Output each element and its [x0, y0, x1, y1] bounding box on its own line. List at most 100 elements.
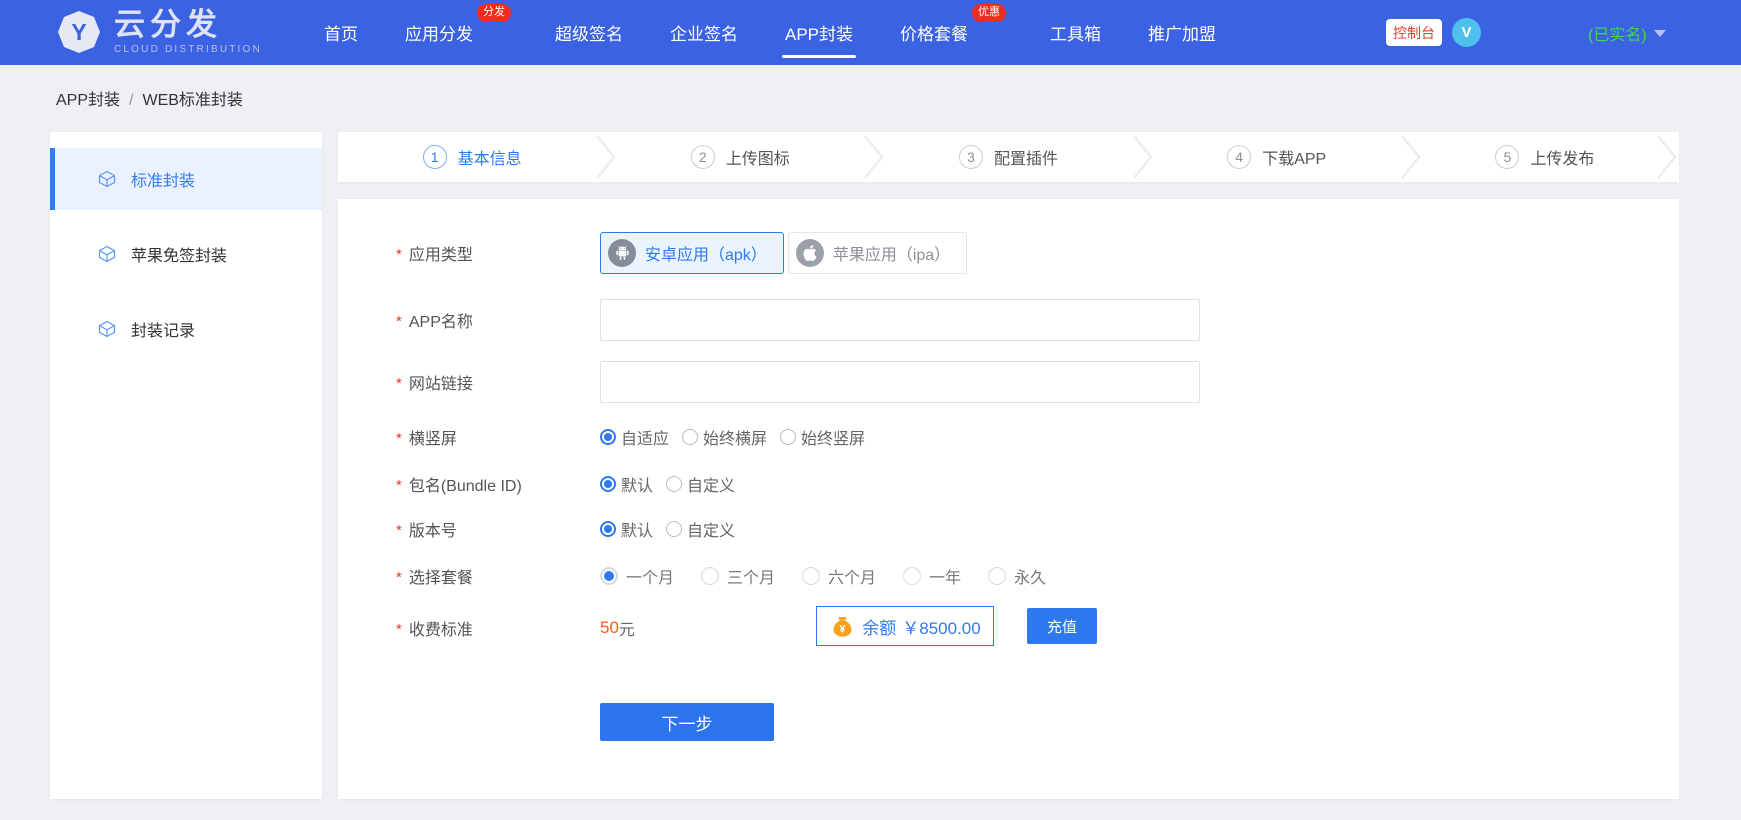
plan-radio-six-months[interactable]: 六个月: [802, 564, 876, 588]
nav-item-app-distribution[interactable]: 应用分发 分发: [405, 20, 473, 45]
required-mark: *: [396, 569, 402, 586]
nav-item-super-signature[interactable]: 超级签名: [555, 20, 623, 45]
step-label: 上传发布: [1530, 145, 1594, 169]
sidebar-item-apple-signfree-packaging[interactable]: 苹果免签封装: [50, 223, 322, 285]
nav-item-enterprise-signature[interactable]: 企业签名: [670, 20, 738, 45]
step-wizard: 1 基本信息 2 上传图标 3 配置插件 4 下载APP 5 上传发布: [338, 132, 1679, 182]
next-step-button[interactable]: 下一步: [600, 703, 774, 741]
radio-icon: [988, 567, 1006, 585]
nav-item-toolbox[interactable]: 工具箱: [1050, 20, 1101, 45]
radio-icon: [682, 429, 698, 445]
sidebar: 标准封装 苹果免签封装 封装记录: [50, 132, 322, 799]
user-avatar[interactable]: V: [1452, 18, 1481, 47]
app-type-android-button[interactable]: 安卓应用（apk）: [600, 232, 784, 274]
plan-radio-three-months[interactable]: 三个月: [701, 564, 775, 588]
required-mark: *: [396, 313, 402, 330]
radio-icon: [701, 567, 719, 585]
required-mark: *: [396, 430, 402, 447]
app-name-input[interactable]: [600, 299, 1200, 341]
balance-amount: ￥8500.00: [902, 614, 980, 639]
sidebar-item-label: 苹果免签封装: [131, 242, 227, 266]
required-mark: *: [396, 375, 402, 392]
step-label: 下载APP: [1262, 145, 1326, 169]
radio-icon: [780, 429, 796, 445]
nav-item-app-packaging[interactable]: APP封装: [785, 20, 853, 45]
brand-name: 云分发: [114, 9, 262, 40]
breadcrumb-separator: /: [129, 92, 133, 109]
nav-item-affiliate[interactable]: 推广加盟: [1148, 20, 1216, 45]
step-basic-info[interactable]: 1 基本信息: [338, 132, 606, 182]
plan-radio-one-month[interactable]: 一个月: [600, 564, 674, 588]
chevron-down-icon: [1654, 30, 1666, 37]
required-mark: *: [396, 522, 402, 539]
sidebar-item-packaging-records[interactable]: 封装记录: [50, 298, 322, 360]
chevron-right-icon: [1132, 134, 1154, 180]
chevron-right-icon: [863, 134, 885, 180]
sidebar-item-label: 标准封装: [131, 167, 195, 191]
nav-item-home[interactable]: 首页: [324, 20, 358, 45]
step-upload-publish[interactable]: 5 上传发布: [1411, 132, 1679, 182]
step-label: 上传图标: [726, 145, 790, 169]
app-type-ios-button[interactable]: 苹果应用（ipa）: [788, 232, 967, 274]
site-url-label: * 网站链接: [396, 370, 473, 394]
nav-item-pricing[interactable]: 价格套餐 优惠: [900, 20, 968, 45]
distribution-badge: 分发: [477, 4, 511, 22]
required-mark: *: [396, 621, 402, 638]
sidebar-item-standard-packaging[interactable]: 标准封装: [50, 148, 322, 210]
logo-octagon-icon: Y: [56, 9, 102, 55]
cube-icon: [97, 169, 117, 189]
radio-icon: [600, 429, 616, 445]
money-bag-icon: ¥: [829, 613, 856, 640]
chevron-right-icon: [1400, 134, 1422, 180]
version-radio-custom[interactable]: 自定义: [666, 517, 735, 541]
radio-icon: [600, 521, 616, 537]
bundle-id-radio-default[interactable]: 默认: [600, 472, 653, 496]
balance-label: 余额: [862, 614, 896, 639]
step-number: 3: [959, 145, 983, 169]
balance-display: ¥ 余额￥8500.00: [816, 606, 994, 646]
orientation-radio-landscape[interactable]: 始终横屏: [682, 425, 767, 449]
top-navbar: Y 云分发 CLOUD DISTRIBUTION 首页 应用分发 分发 超级签名…: [0, 0, 1741, 65]
required-mark: *: [396, 477, 402, 494]
svg-text:¥: ¥: [840, 623, 846, 635]
required-mark: *: [396, 246, 402, 263]
radio-icon: [666, 521, 682, 537]
site-url-input[interactable]: [600, 361, 1200, 403]
step-upload-icon[interactable]: 2 上传图标: [606, 132, 874, 182]
breadcrumb-page: WEB标准封装: [142, 92, 242, 109]
basic-info-form: * 应用类型: [338, 199, 1679, 799]
breadcrumb-section[interactable]: APP封装: [56, 92, 120, 109]
step-number: 1: [423, 145, 447, 169]
price-label: * 收费标准: [396, 616, 473, 640]
recharge-button[interactable]: 充值: [1027, 608, 1097, 644]
version-radio-default[interactable]: 默认: [600, 517, 653, 541]
step-configure-plugins[interactable]: 3 配置插件: [874, 132, 1142, 182]
radio-icon: [600, 476, 616, 492]
apple-icon: [796, 239, 824, 267]
price-amount: 50: [600, 618, 619, 638]
radio-icon: [903, 567, 921, 585]
plan-radio-forever[interactable]: 永久: [988, 564, 1046, 588]
orientation-radio-portrait[interactable]: 始终竖屏: [780, 425, 865, 449]
app-type-label: * 应用类型: [396, 241, 473, 265]
orientation-radio-adaptive[interactable]: 自适应: [600, 425, 669, 449]
account-dropdown[interactable]: (已实名): [1588, 21, 1666, 45]
nav-menu: 首页 应用分发 分发 超级签名 企业签名 APP封装 价格套餐 优惠 工具箱 推…: [324, 0, 1263, 65]
bundle-id-label: * 包名(Bundle ID): [396, 472, 522, 496]
console-button[interactable]: 控制台: [1386, 19, 1442, 46]
step-download-app[interactable]: 4 下载APP: [1143, 132, 1411, 182]
brand-logo[interactable]: Y 云分发 CLOUD DISTRIBUTION: [56, 9, 262, 55]
step-number: 5: [1495, 145, 1519, 169]
step-label: 配置插件: [994, 145, 1058, 169]
radio-icon: [802, 567, 820, 585]
brand-subtitle: CLOUD DISTRIBUTION: [114, 44, 262, 55]
sidebar-item-label: 封装记录: [131, 317, 195, 341]
plan-radio-one-year[interactable]: 一年: [903, 564, 961, 588]
step-label: 基本信息: [458, 145, 522, 169]
bundle-id-radio-custom[interactable]: 自定义: [666, 472, 735, 496]
plan-label: * 选择套餐: [396, 564, 473, 588]
step-number: 4: [1227, 145, 1251, 169]
orientation-label: * 横竖屏: [396, 425, 457, 449]
chevron-right-icon: [1656, 134, 1678, 180]
discount-badge: 优惠: [972, 4, 1006, 22]
